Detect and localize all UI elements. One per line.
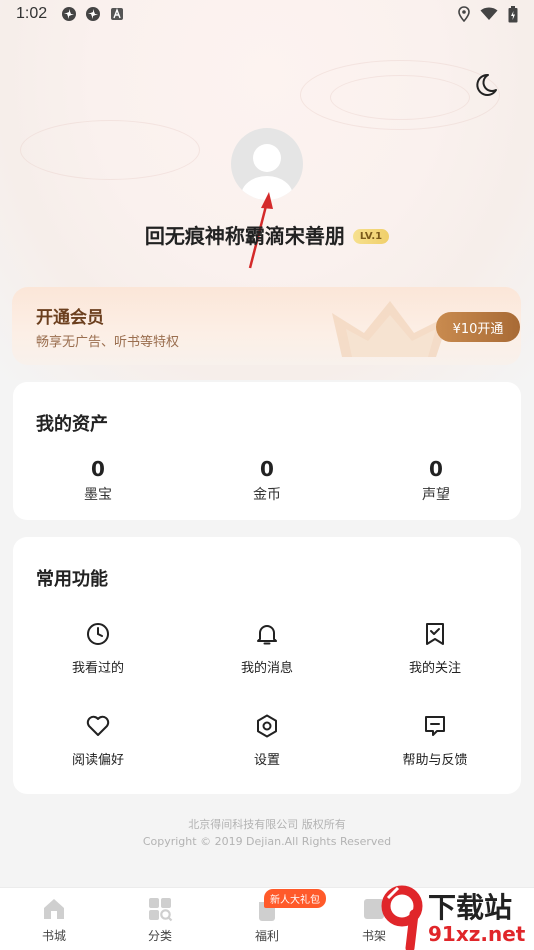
status-time: 1:02 (16, 5, 48, 22)
tab-label: 书城 (41, 929, 66, 943)
home-icon (44, 899, 64, 919)
default-avatar-icon (253, 144, 281, 172)
bell-icon (257, 625, 277, 645)
battery-icon (508, 5, 518, 22)
heart-icon (86, 715, 110, 736)
a-icon (111, 8, 124, 20)
tab-bookstore[interactable]: 书城 (14, 896, 94, 944)
asset-label: 金币 (253, 487, 281, 503)
vip-title: 开通会员 (36, 308, 104, 328)
func-label: 阅读偏好 (71, 753, 124, 768)
welfare-badge: 新人大礼包 (264, 889, 326, 908)
level-badge: LV.1 (352, 228, 390, 244)
username[interactable]: 回无痕神称霸滴宋善朋 (145, 220, 345, 249)
func-settings[interactable]: 设置 (197, 713, 337, 768)
asset-value: 0 (429, 457, 443, 481)
func-help-feedback[interactable]: 帮助与反馈 (365, 713, 505, 768)
assets-title: 我的资产 (36, 414, 108, 435)
watermark-line1: 下载站 (428, 891, 513, 924)
func-reading-preference[interactable]: 阅读偏好 (28, 713, 168, 768)
asset-value: 0 (91, 457, 105, 481)
decorative-ripple (20, 120, 200, 180)
vip-open-button[interactable]: ¥10开通 (436, 312, 520, 342)
crown-icon (332, 301, 450, 357)
func-label: 我的消息 (240, 661, 293, 676)
assets-card: 我的资产 0 墨宝 0 金币 0 声望 (13, 382, 521, 520)
watermark-logo-icon (381, 885, 423, 950)
func-follows[interactable]: 我的关注 (365, 621, 505, 676)
asset-item-coins[interactable]: 0 金币 (207, 456, 327, 504)
settings-icon (257, 714, 277, 738)
func-label: 帮助与反馈 (402, 753, 468, 768)
moon-icon[interactable] (470, 70, 500, 100)
func-label: 我看过的 (71, 661, 124, 676)
watermark: 下载站 91xz.net (380, 884, 534, 950)
feedback-icon (425, 716, 445, 736)
footer: 北京得间科技有限公司 版权所有 Copyright © 2019 Dejian.… (0, 816, 534, 850)
location-icon (458, 6, 470, 22)
asset-label: 墨宝 (84, 487, 112, 503)
functions-card: 常用功能 我看过的 我的消息 我的关注 阅读偏好 设置 帮助与反馈 (13, 537, 521, 794)
asset-item-mobao[interactable]: 0 墨宝 (38, 456, 158, 504)
vip-banner[interactable]: 开通会员 畅享无广告、听书等特权 ¥10开通 (12, 287, 521, 365)
wifi-icon (480, 7, 498, 20)
decorative-ripple (330, 75, 470, 120)
vip-subtitle: 畅享无广告、听书等特权 (36, 335, 180, 350)
footer-company: 北京得间科技有限公司 版权所有 (188, 818, 346, 831)
category-icon (149, 898, 173, 922)
functions-title: 常用功能 (36, 569, 108, 590)
pinwheel-icon (62, 7, 77, 21)
bookmark-icon (426, 623, 444, 645)
func-history[interactable]: 我看过的 (28, 621, 168, 676)
username-row: 回无痕神称霸滴宋善朋 LV.1 (0, 218, 534, 250)
asset-label: 声望 (422, 487, 450, 503)
asset-value: 0 (260, 457, 274, 481)
asset-item-reputation[interactable]: 0 声望 (376, 456, 496, 504)
tab-label: 福利 (254, 929, 279, 943)
pinwheel-icon (86, 7, 101, 21)
func-label: 我的关注 (408, 661, 461, 676)
watermark-line2: 91xz.net (428, 922, 526, 946)
clock-icon (87, 623, 109, 645)
status-bar: 1:02 (0, 0, 534, 28)
tab-category[interactable]: 分类 (120, 896, 200, 944)
func-messages[interactable]: 我的消息 (197, 621, 337, 676)
footer-copyright: Copyright © 2019 Dejian.All Rights Reser… (142, 835, 392, 848)
tab-label: 分类 (147, 929, 172, 943)
func-label: 设置 (253, 753, 280, 768)
